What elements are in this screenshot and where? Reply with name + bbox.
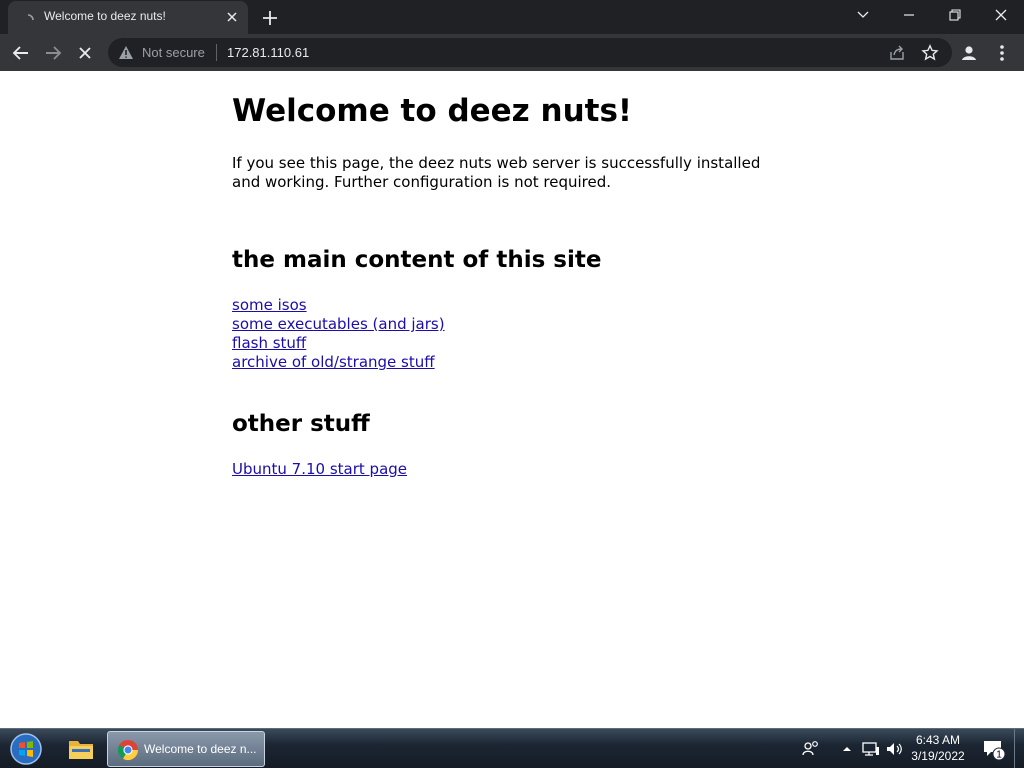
link-flash-stuff[interactable]: flash stuff bbox=[232, 334, 445, 353]
section-heading-other: other stuff bbox=[232, 411, 370, 437]
omnibox-divider bbox=[216, 44, 217, 61]
restore-button[interactable] bbox=[932, 0, 978, 30]
close-icon bbox=[995, 9, 1007, 21]
tab-title: Welcome to deez nuts! bbox=[44, 9, 166, 23]
profile-icon bbox=[962, 46, 976, 60]
forward-arrow-icon bbox=[46, 46, 62, 60]
network-icon[interactable] bbox=[860, 738, 882, 760]
back-button[interactable] bbox=[8, 40, 34, 66]
folder-icon bbox=[69, 741, 93, 759]
page-title: Welcome to deez nuts! bbox=[232, 93, 633, 129]
close-icon[interactable] bbox=[224, 9, 240, 25]
browser-toolbar: Not secure 172.81.110.61 bbox=[0, 34, 1024, 71]
address-bar[interactable]: Not secure 172.81.110.61 bbox=[108, 38, 952, 67]
plus-icon[interactable] bbox=[260, 8, 280, 28]
page-viewport: Welcome to deez nuts! If you see this pa… bbox=[0, 71, 1024, 728]
link-ubuntu-start-page[interactable]: Ubuntu 7.10 start page bbox=[232, 460, 407, 479]
system-clock[interactable]: 6:43 AM 3/19/2022 bbox=[902, 732, 974, 764]
star-icon[interactable] bbox=[921, 44, 939, 62]
back-arrow-icon bbox=[12, 46, 28, 60]
menu-button[interactable] bbox=[989, 40, 1015, 66]
file-explorer-button[interactable] bbox=[60, 731, 102, 767]
stop-loading-button[interactable] bbox=[72, 40, 98, 66]
link-archive[interactable]: archive of old/strange stuff bbox=[232, 353, 445, 372]
clock-date: 3/19/2022 bbox=[911, 749, 965, 763]
security-label[interactable]: Not secure bbox=[142, 45, 205, 60]
other-links-list: Ubuntu 7.10 start page bbox=[232, 460, 407, 479]
chevron-down-icon bbox=[857, 11, 869, 18]
more-vert-icon bbox=[1000, 45, 1004, 61]
windows-logo-icon bbox=[10, 733, 42, 765]
link-some-isos[interactable]: some isos bbox=[232, 296, 445, 315]
people-icon[interactable] bbox=[800, 738, 822, 760]
minimize-button[interactable] bbox=[886, 0, 932, 30]
tab-search-button[interactable] bbox=[840, 0, 886, 30]
chrome-icon bbox=[117, 739, 139, 765]
tab-strip: Welcome to deez nuts! bbox=[0, 0, 1024, 34]
url-text[interactable]: 172.81.110.61 bbox=[227, 45, 309, 60]
notification-count: 1 bbox=[996, 750, 1002, 761]
stop-icon bbox=[79, 47, 91, 59]
restore-icon bbox=[949, 9, 961, 21]
show-desktop-button[interactable] bbox=[1014, 729, 1024, 768]
close-window-button[interactable] bbox=[978, 0, 1024, 30]
taskbar-chrome-window[interactable]: Welcome to deez n... bbox=[107, 731, 265, 767]
warning-icon[interactable] bbox=[118, 45, 134, 64]
main-links-list: some isos some executables (and jars) fl… bbox=[232, 296, 445, 372]
clock-time: 6:43 AM bbox=[915, 733, 961, 747]
start-button[interactable] bbox=[8, 732, 44, 766]
loading-spinner-icon bbox=[22, 11, 34, 23]
intro-paragraph: If you see this page, the deez nuts web … bbox=[232, 154, 761, 191]
taskbar: Welcome to deez n... 6:43 AM 3/19/2022 1 bbox=[0, 728, 1024, 768]
minimize-icon bbox=[904, 14, 914, 16]
share-icon[interactable] bbox=[888, 44, 906, 62]
section-heading-main: the main content of this site bbox=[232, 247, 602, 273]
profile-button[interactable] bbox=[956, 40, 982, 66]
link-executables[interactable]: some executables (and jars) bbox=[232, 315, 445, 334]
notification-icon[interactable]: 1 bbox=[982, 737, 1006, 761]
taskbar-chrome-label: Welcome to deez n... bbox=[144, 742, 257, 756]
browser-tab-active[interactable]: Welcome to deez nuts! bbox=[8, 1, 248, 34]
forward-button[interactable] bbox=[40, 40, 66, 66]
up-arrow-icon[interactable] bbox=[836, 738, 858, 760]
